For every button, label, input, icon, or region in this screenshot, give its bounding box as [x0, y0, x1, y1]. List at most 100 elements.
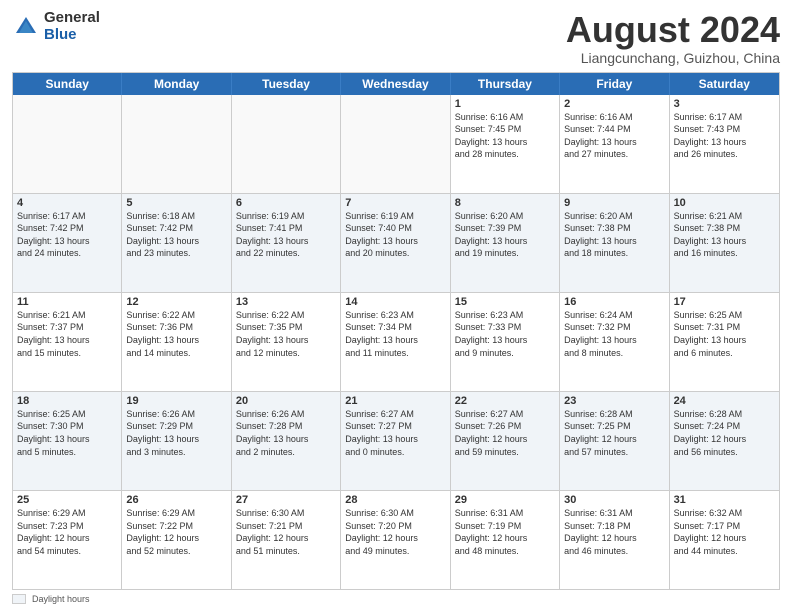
day-info: Sunrise: 6:31 AM Sunset: 7:18 PM Dayligh… — [564, 507, 664, 557]
day-number: 3 — [674, 98, 775, 110]
day-number: 29 — [455, 494, 555, 506]
month-title: August 2024 — [566, 10, 780, 50]
day-cell-18: 18Sunrise: 6:25 AM Sunset: 7:30 PM Dayli… — [13, 392, 122, 490]
calendar-body: 1Sunrise: 6:16 AM Sunset: 7:45 PM Daylig… — [13, 95, 779, 589]
day-cell-27: 27Sunrise: 6:30 AM Sunset: 7:21 PM Dayli… — [232, 491, 341, 589]
day-number: 7 — [345, 197, 445, 209]
day-number: 11 — [17, 296, 117, 308]
day-cell-31: 31Sunrise: 6:32 AM Sunset: 7:17 PM Dayli… — [670, 491, 779, 589]
day-cell-29: 29Sunrise: 6:31 AM Sunset: 7:19 PM Dayli… — [451, 491, 560, 589]
day-info: Sunrise: 6:23 AM Sunset: 7:33 PM Dayligh… — [455, 309, 555, 359]
day-info: Sunrise: 6:28 AM Sunset: 7:24 PM Dayligh… — [674, 408, 775, 458]
day-cell-23: 23Sunrise: 6:28 AM Sunset: 7:25 PM Dayli… — [560, 392, 669, 490]
empty-cell-r0c2 — [232, 95, 341, 193]
logo: General Blue — [12, 10, 100, 43]
day-number: 30 — [564, 494, 664, 506]
day-number: 17 — [674, 296, 775, 308]
day-cell-24: 24Sunrise: 6:28 AM Sunset: 7:24 PM Dayli… — [670, 392, 779, 490]
logo-icon — [12, 13, 40, 41]
day-number: 19 — [126, 395, 226, 407]
day-number: 21 — [345, 395, 445, 407]
day-number: 22 — [455, 395, 555, 407]
day-number: 14 — [345, 296, 445, 308]
day-number: 26 — [126, 494, 226, 506]
day-number: 31 — [674, 494, 775, 506]
day-cell-25: 25Sunrise: 6:29 AM Sunset: 7:23 PM Dayli… — [13, 491, 122, 589]
day-number: 28 — [345, 494, 445, 506]
title-block: August 2024 Liangcunchang, Guizhou, Chin… — [566, 10, 780, 66]
day-info: Sunrise: 6:26 AM Sunset: 7:29 PM Dayligh… — [126, 408, 226, 458]
day-info: Sunrise: 6:22 AM Sunset: 7:35 PM Dayligh… — [236, 309, 336, 359]
day-number: 25 — [17, 494, 117, 506]
footer-label: Daylight hours — [32, 594, 90, 604]
day-cell-6: 6Sunrise: 6:19 AM Sunset: 7:41 PM Daylig… — [232, 194, 341, 292]
header: General Blue August 2024 Liangcunchang, … — [12, 10, 780, 66]
day-cell-21: 21Sunrise: 6:27 AM Sunset: 7:27 PM Dayli… — [341, 392, 450, 490]
calendar-row-1: 4Sunrise: 6:17 AM Sunset: 7:42 PM Daylig… — [13, 194, 779, 293]
day-cell-1: 1Sunrise: 6:16 AM Sunset: 7:45 PM Daylig… — [451, 95, 560, 193]
calendar-header: SundayMondayTuesdayWednesdayThursdayFrid… — [13, 73, 779, 95]
day-info: Sunrise: 6:22 AM Sunset: 7:36 PM Dayligh… — [126, 309, 226, 359]
day-info: Sunrise: 6:16 AM Sunset: 7:44 PM Dayligh… — [564, 111, 664, 161]
day-info: Sunrise: 6:29 AM Sunset: 7:22 PM Dayligh… — [126, 507, 226, 557]
day-number: 9 — [564, 197, 664, 209]
day-cell-2: 2Sunrise: 6:16 AM Sunset: 7:44 PM Daylig… — [560, 95, 669, 193]
day-info: Sunrise: 6:29 AM Sunset: 7:23 PM Dayligh… — [17, 507, 117, 557]
day-number: 1 — [455, 98, 555, 110]
location-subtitle: Liangcunchang, Guizhou, China — [566, 50, 780, 66]
day-info: Sunrise: 6:27 AM Sunset: 7:27 PM Dayligh… — [345, 408, 445, 458]
day-number: 12 — [126, 296, 226, 308]
day-number: 20 — [236, 395, 336, 407]
day-info: Sunrise: 6:28 AM Sunset: 7:25 PM Dayligh… — [564, 408, 664, 458]
empty-cell-r0c0 — [13, 95, 122, 193]
day-number: 24 — [674, 395, 775, 407]
day-info: Sunrise: 6:30 AM Sunset: 7:20 PM Dayligh… — [345, 507, 445, 557]
day-info: Sunrise: 6:27 AM Sunset: 7:26 PM Dayligh… — [455, 408, 555, 458]
day-info: Sunrise: 6:17 AM Sunset: 7:42 PM Dayligh… — [17, 210, 117, 260]
empty-cell-r0c3 — [341, 95, 450, 193]
day-number: 27 — [236, 494, 336, 506]
day-info: Sunrise: 6:25 AM Sunset: 7:31 PM Dayligh… — [674, 309, 775, 359]
day-number: 15 — [455, 296, 555, 308]
logo-text: General Blue — [44, 10, 100, 43]
day-cell-5: 5Sunrise: 6:18 AM Sunset: 7:42 PM Daylig… — [122, 194, 231, 292]
day-cell-22: 22Sunrise: 6:27 AM Sunset: 7:26 PM Dayli… — [451, 392, 560, 490]
day-info: Sunrise: 6:20 AM Sunset: 7:38 PM Dayligh… — [564, 210, 664, 260]
day-number: 2 — [564, 98, 664, 110]
day-info: Sunrise: 6:25 AM Sunset: 7:30 PM Dayligh… — [17, 408, 117, 458]
weekday-header-saturday: Saturday — [670, 73, 779, 95]
page: General Blue August 2024 Liangcunchang, … — [0, 0, 792, 612]
logo-general-text: General — [44, 10, 100, 27]
day-info: Sunrise: 6:26 AM Sunset: 7:28 PM Dayligh… — [236, 408, 336, 458]
day-cell-16: 16Sunrise: 6:24 AM Sunset: 7:32 PM Dayli… — [560, 293, 669, 391]
calendar-row-2: 11Sunrise: 6:21 AM Sunset: 7:37 PM Dayli… — [13, 293, 779, 392]
day-number: 16 — [564, 296, 664, 308]
day-cell-13: 13Sunrise: 6:22 AM Sunset: 7:35 PM Dayli… — [232, 293, 341, 391]
day-cell-26: 26Sunrise: 6:29 AM Sunset: 7:22 PM Dayli… — [122, 491, 231, 589]
weekday-header-friday: Friday — [560, 73, 669, 95]
day-info: Sunrise: 6:17 AM Sunset: 7:43 PM Dayligh… — [674, 111, 775, 161]
day-cell-7: 7Sunrise: 6:19 AM Sunset: 7:40 PM Daylig… — [341, 194, 450, 292]
day-info: Sunrise: 6:24 AM Sunset: 7:32 PM Dayligh… — [564, 309, 664, 359]
day-number: 6 — [236, 197, 336, 209]
daylight-legend-box — [12, 594, 26, 604]
day-info: Sunrise: 6:30 AM Sunset: 7:21 PM Dayligh… — [236, 507, 336, 557]
day-info: Sunrise: 6:19 AM Sunset: 7:41 PM Dayligh… — [236, 210, 336, 260]
day-cell-20: 20Sunrise: 6:26 AM Sunset: 7:28 PM Dayli… — [232, 392, 341, 490]
calendar-row-0: 1Sunrise: 6:16 AM Sunset: 7:45 PM Daylig… — [13, 95, 779, 194]
day-info: Sunrise: 6:32 AM Sunset: 7:17 PM Dayligh… — [674, 507, 775, 557]
day-cell-28: 28Sunrise: 6:30 AM Sunset: 7:20 PM Dayli… — [341, 491, 450, 589]
day-info: Sunrise: 6:19 AM Sunset: 7:40 PM Dayligh… — [345, 210, 445, 260]
day-cell-8: 8Sunrise: 6:20 AM Sunset: 7:39 PM Daylig… — [451, 194, 560, 292]
day-info: Sunrise: 6:21 AM Sunset: 7:37 PM Dayligh… — [17, 309, 117, 359]
day-cell-17: 17Sunrise: 6:25 AM Sunset: 7:31 PM Dayli… — [670, 293, 779, 391]
day-cell-19: 19Sunrise: 6:26 AM Sunset: 7:29 PM Dayli… — [122, 392, 231, 490]
day-info: Sunrise: 6:20 AM Sunset: 7:39 PM Dayligh… — [455, 210, 555, 260]
day-info: Sunrise: 6:21 AM Sunset: 7:38 PM Dayligh… — [674, 210, 775, 260]
day-info: Sunrise: 6:23 AM Sunset: 7:34 PM Dayligh… — [345, 309, 445, 359]
calendar: SundayMondayTuesdayWednesdayThursdayFrid… — [12, 72, 780, 590]
day-cell-10: 10Sunrise: 6:21 AM Sunset: 7:38 PM Dayli… — [670, 194, 779, 292]
weekday-header-tuesday: Tuesday — [232, 73, 341, 95]
weekday-header-monday: Monday — [122, 73, 231, 95]
weekday-header-sunday: Sunday — [13, 73, 122, 95]
